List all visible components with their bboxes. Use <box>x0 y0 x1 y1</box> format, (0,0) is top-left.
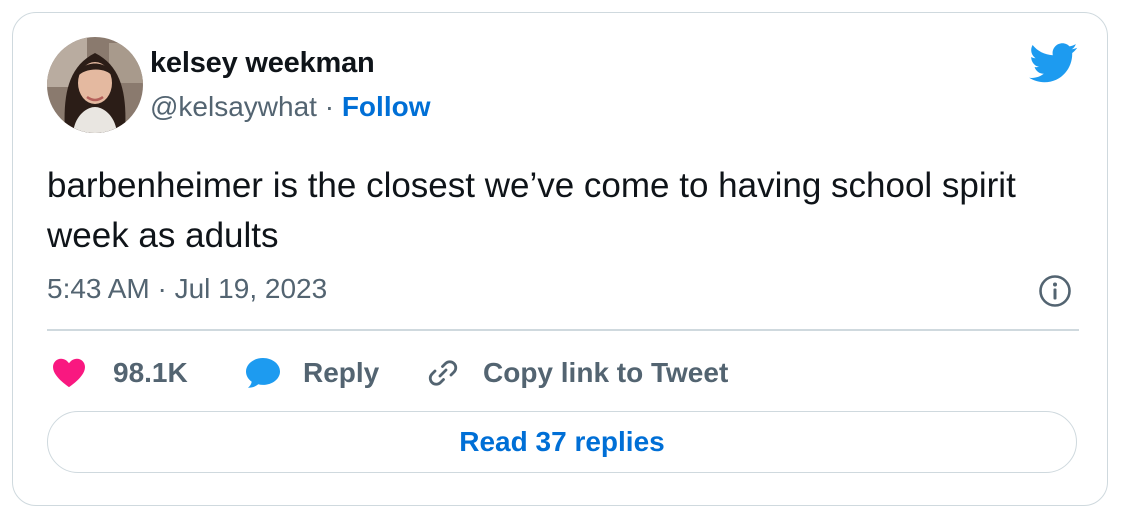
tweet-text: barbenheimer is the closest we’ve come t… <box>47 166 1016 255</box>
author-handle[interactable]: @kelsaywhat <box>150 91 317 122</box>
info-icon[interactable] <box>1037 273 1073 309</box>
heart-icon <box>53 358 85 388</box>
reply-label: Reply <box>303 357 380 388</box>
avatar-image <box>47 37 143 133</box>
speech-bubble-icon <box>246 358 280 388</box>
like-count: 98.1K <box>113 357 188 388</box>
twitter-bird-icon[interactable] <box>1029 43 1079 83</box>
avatar[interactable] <box>47 37 143 133</box>
like-button[interactable]: 98.1K <box>53 351 188 395</box>
author-handle-row: @kelsaywhat · Follow <box>150 91 430 123</box>
author-name[interactable]: kelsey weekman <box>150 47 375 80</box>
read-replies-button[interactable]: Read 37 replies <box>47 411 1077 473</box>
reply-button[interactable]: Reply <box>245 351 379 395</box>
divider <box>47 329 1079 331</box>
link-icon <box>428 360 458 386</box>
handle-separator: · <box>324 91 335 122</box>
copy-link-button[interactable]: Copy link to Tweet <box>425 351 728 395</box>
copy-link-label: Copy link to Tweet <box>483 357 729 388</box>
follow-button[interactable]: Follow <box>342 91 431 122</box>
tweet-timestamp[interactable]: 5:43 AM · Jul 19, 2023 <box>47 273 327 305</box>
tweet-card: kelsey weekman @kelsaywhat · Follow barb… <box>12 12 1108 506</box>
